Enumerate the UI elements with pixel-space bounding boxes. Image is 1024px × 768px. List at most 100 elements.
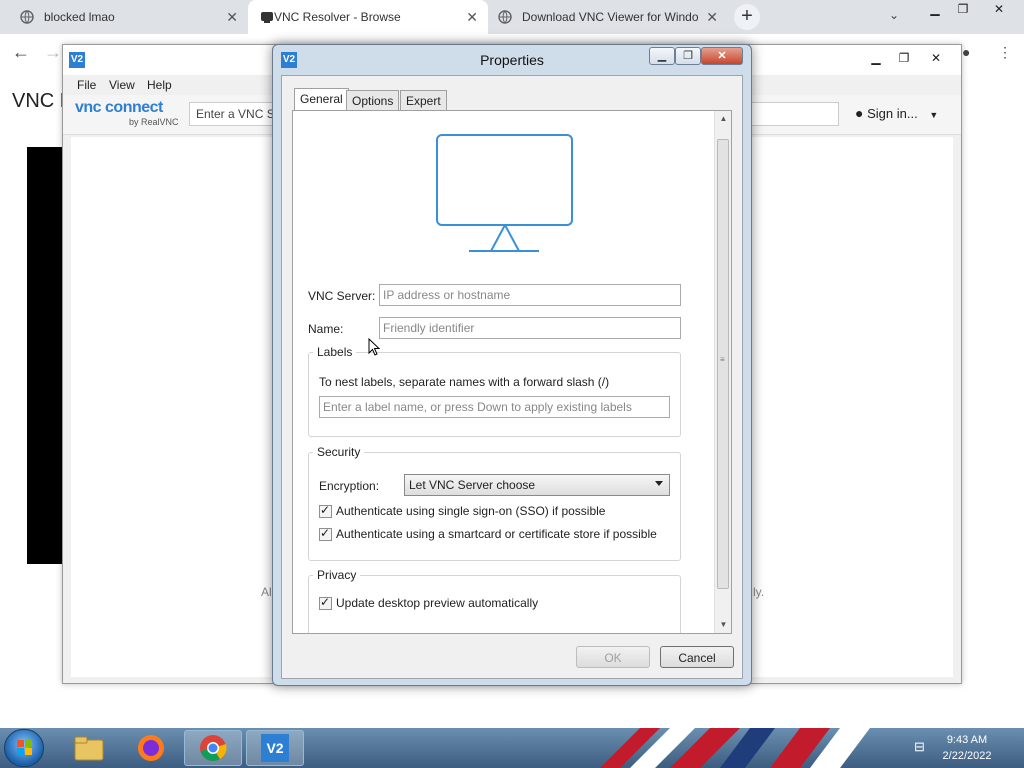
dialog-titlebar: V2 Properties ▁ ❐ ✕	[273, 45, 751, 75]
sso-checkbox-row[interactable]: ✓ Authenticate using single sign-on (SSO…	[319, 502, 606, 518]
labels-input[interactable]	[319, 396, 670, 418]
checkmark-icon: ✓	[320, 594, 331, 609]
dialog-client-area: General Options Expert VNC Server: Name:…	[281, 75, 743, 679]
security-legend: Security	[317, 445, 361, 459]
name-label: Name:	[308, 322, 344, 336]
folder-icon	[74, 736, 104, 761]
menu-help[interactable]: Help	[147, 78, 172, 92]
vnc-resolver-icon	[261, 12, 273, 23]
tab-title: blocked lmao	[44, 10, 115, 24]
chevron-down-icon: ▼	[929, 110, 939, 120]
back-arrow-icon[interactable]: ←	[12, 42, 30, 63]
sign-in-label: Sign in...	[867, 106, 918, 121]
restore-icon[interactable]: ❐	[950, 2, 976, 18]
encryption-selected-value: Let VNC Server choose	[409, 478, 536, 492]
forward-arrow-icon[interactable]: →	[44, 42, 62, 63]
minimize-icon[interactable]: ▁	[922, 2, 948, 18]
checkmark-icon: ✓	[320, 525, 331, 540]
chevron-down-icon	[655, 481, 663, 486]
tab-title: Download VNC Viewer for Windo	[522, 10, 698, 24]
checkmark-icon: ✓	[320, 502, 331, 517]
labels-legend: Labels	[317, 345, 353, 359]
obscured-text-right: ly.	[753, 585, 765, 599]
close-icon[interactable]: ✕	[701, 47, 743, 65]
menu-file[interactable]: File	[77, 78, 96, 92]
vertical-scrollbar[interactable]: ▲ ≡ ▼	[714, 111, 731, 633]
vnc-app-icon: V2	[69, 52, 85, 68]
vnc-server-label: VNC Server:	[308, 289, 376, 303]
labels-help-text: To nest labels, separate names with a fo…	[319, 375, 610, 389]
encryption-select[interactable]: Let VNC Server choose	[404, 474, 670, 496]
chevron-down-icon[interactable]: ⌄	[889, 8, 899, 22]
taskbar-vnc-viewer[interactable]: V2	[246, 730, 304, 766]
restore-icon[interactable]: ❐	[891, 51, 917, 67]
tab-general[interactable]: General	[294, 88, 349, 111]
start-button[interactable]	[4, 729, 44, 767]
smartcard-checkbox[interactable]: ✓	[319, 525, 332, 541]
vnc-connect-logo: vnc connect	[75, 99, 163, 116]
clock-date: 2/22/2022	[942, 750, 992, 762]
general-tab-panel: VNC Server: Name: Labels To nest labels,…	[292, 110, 732, 634]
cancel-button[interactable]: Cancel	[660, 646, 734, 668]
restore-icon[interactable]: ❐	[675, 47, 701, 65]
browser-tab-strip: blocked lmao ✕ VNC Resolver - Browse ✕ D…	[0, 0, 1024, 34]
tab-title: VNC Resolver - Browse	[274, 10, 401, 24]
tab-vnc-resolver[interactable]: VNC Resolver - Browse ✕	[248, 0, 488, 34]
preview-checkbox-label: Update desktop preview automatically	[336, 596, 539, 610]
system-tray: ⊟ 9:43 AM 2/22/2022	[890, 728, 1024, 768]
sso-checkbox-label: Authenticate using single sign-on (SSO) …	[336, 504, 606, 518]
minimize-icon[interactable]: ▁	[649, 47, 675, 65]
scroll-up-icon[interactable]: ▲	[715, 111, 731, 127]
clock-time: 9:43 AM	[946, 734, 988, 746]
vnc-logo-subtitle: by RealVNC	[129, 117, 179, 127]
smartcard-checkbox-label: Authenticate using a smartcard or certif…	[336, 527, 657, 541]
minimize-icon[interactable]: ▁	[863, 51, 889, 67]
menu-dots-icon[interactable]: ⋮	[998, 44, 1012, 61]
network-icon[interactable]: ⊟	[914, 739, 925, 755]
monitor-icon	[436, 134, 573, 252]
labels-group: Labels	[308, 345, 681, 437]
firefox-icon	[138, 735, 164, 761]
tab-download-vnc[interactable]: Download VNC Viewer for Windo ✕	[488, 0, 728, 34]
privacy-legend: Privacy	[317, 568, 357, 582]
vnc-server-input[interactable]	[379, 284, 681, 306]
user-icon: ●	[855, 105, 864, 121]
encryption-label: Encryption:	[319, 479, 380, 493]
scroll-down-icon[interactable]: ▼	[715, 617, 731, 633]
close-icon[interactable]: ✕	[466, 9, 478, 26]
sso-checkbox[interactable]: ✓	[319, 502, 332, 518]
close-icon[interactable]: ✕	[226, 9, 238, 26]
wallpaper-artwork	[600, 728, 870, 768]
tab-options[interactable]: Options	[346, 90, 400, 110]
ok-button[interactable]: OK	[576, 646, 650, 668]
windows-logo-icon	[17, 740, 32, 755]
tab-blocked-lmao[interactable]: blocked lmao ✕	[0, 0, 248, 34]
close-icon[interactable]: ✕	[923, 51, 949, 67]
scroll-thumb[interactable]: ≡	[717, 139, 729, 589]
windows-taskbar: V2 ⊟ 9:43 AM 2/22/2022	[0, 728, 1024, 768]
taskbar-chrome[interactable]	[184, 730, 242, 766]
new-tab-button[interactable]: +	[734, 4, 760, 30]
tab-expert[interactable]: Expert	[400, 90, 447, 110]
close-icon[interactable]: ✕	[706, 9, 718, 26]
account-icon[interactable]: ●	[962, 44, 970, 60]
remote-preview-strip	[27, 147, 65, 564]
security-group: Security	[308, 445, 681, 561]
preview-checkbox[interactable]: ✓	[319, 594, 332, 610]
taskbar-clock[interactable]: 9:43 AM 2/22/2022	[930, 732, 1004, 764]
globe-icon	[20, 10, 34, 24]
vnc-app-icon: V2	[261, 734, 289, 762]
preview-checkbox-row[interactable]: ✓ Update desktop preview automatically	[319, 594, 539, 610]
properties-dialog: V2 Properties ▁ ❐ ✕ General Options Expe…	[272, 44, 752, 686]
sign-in-button[interactable]: ● Sign in... ▼	[855, 105, 938, 121]
obscured-text-left: Al	[261, 585, 272, 599]
smartcard-checkbox-row[interactable]: ✓ Authenticate using a smartcard or cert…	[319, 525, 657, 541]
chrome-icon	[200, 735, 227, 761]
mouse-pointer-icon	[368, 338, 380, 356]
taskbar-explorer[interactable]	[60, 730, 118, 766]
menu-view[interactable]: View	[109, 78, 135, 92]
taskbar-firefox[interactable]	[122, 730, 180, 766]
close-icon[interactable]: ✕	[986, 2, 1012, 18]
grip-icon: ≡	[720, 355, 725, 364]
name-input[interactable]	[379, 317, 681, 339]
